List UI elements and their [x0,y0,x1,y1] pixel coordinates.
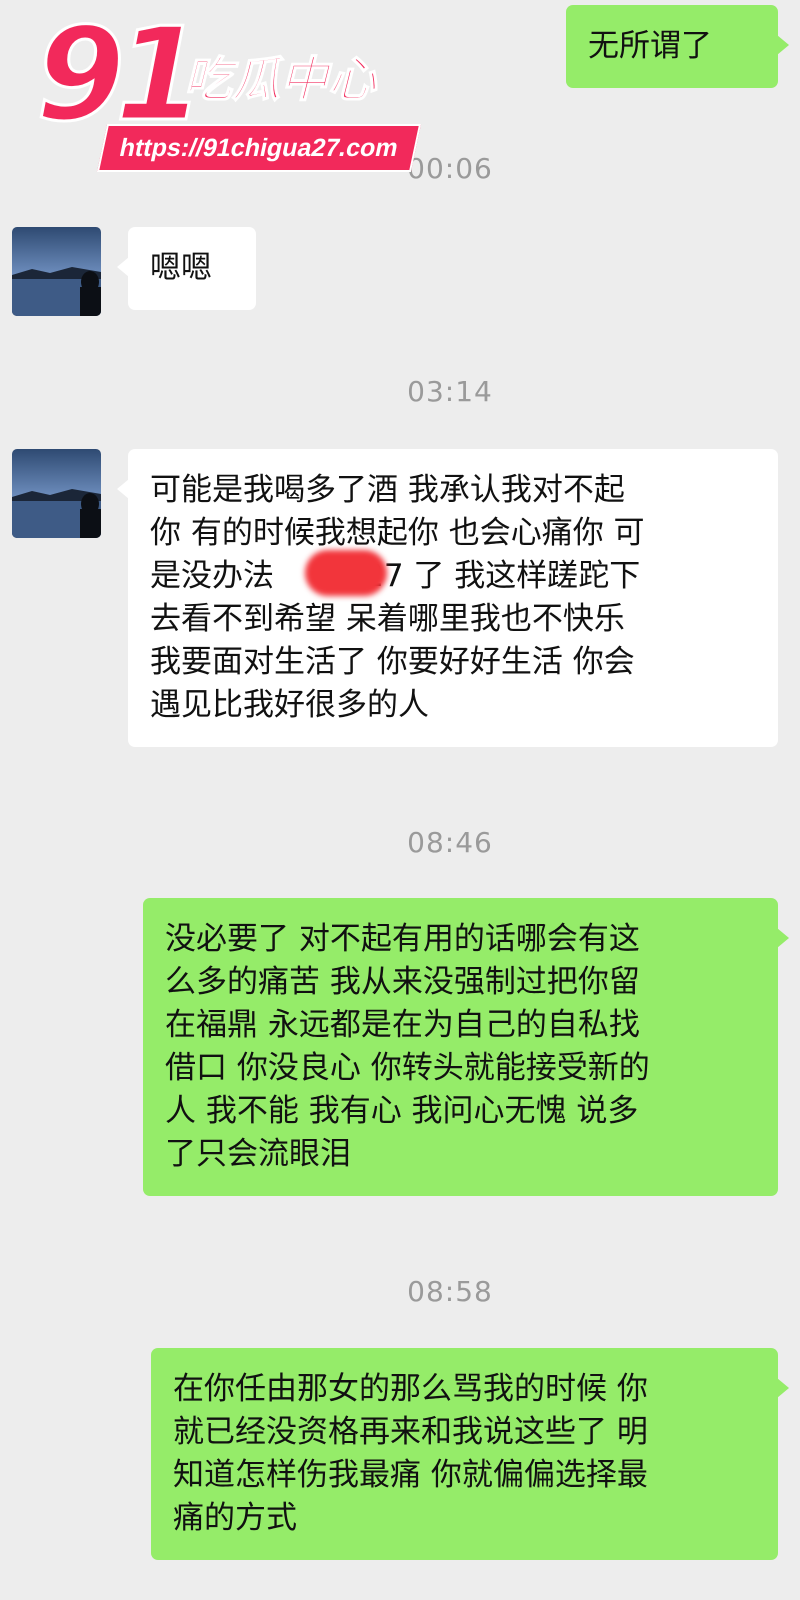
watermark-title: 吃瓜中心 [183,51,377,109]
watermark-url: https://91chigua27.com [96,124,421,172]
landscape-avatar-icon [12,449,101,538]
timestamp: 08:46 [407,826,493,859]
message-bubble-incoming[interactable]: 嗯嗯 [117,227,256,310]
message-bubble-outgoing[interactable]: 无所谓了 [566,5,789,88]
contact-avatar[interactable] [12,227,101,316]
message-bubble-outgoing[interactable]: 没必要了 对不起有用的话哪会有这 么多的痛苦 我从来没强制过把你留 在福鼎 永远… [143,898,789,1196]
timestamp: 08:58 [407,1275,493,1308]
chat-view: 无所谓了 00:06 嗯嗯 03:14 可能是我喝多了酒 我承认我对不起 你 有… [0,0,800,1600]
landscape-avatar-icon [12,227,101,316]
watermark-logo: 91 吃瓜中心 https://91chigua27.com [32,1,421,172]
timestamp: 03:14 [407,375,493,408]
contact-avatar[interactable] [12,449,101,538]
message-bubble-outgoing[interactable]: 在你任由那女的那么骂我的时候 你 就已经没资格再来和我说这些了 明 知道怎样伤我… [151,1348,789,1560]
watermark-number: 91 [34,1,205,150]
redaction-mark [305,550,387,596]
message-bubble-incoming[interactable]: 可能是我喝多了酒 我承认我对不起 你 有的时候我想起你 也会心痛你 可 是没办法… [117,449,778,747]
